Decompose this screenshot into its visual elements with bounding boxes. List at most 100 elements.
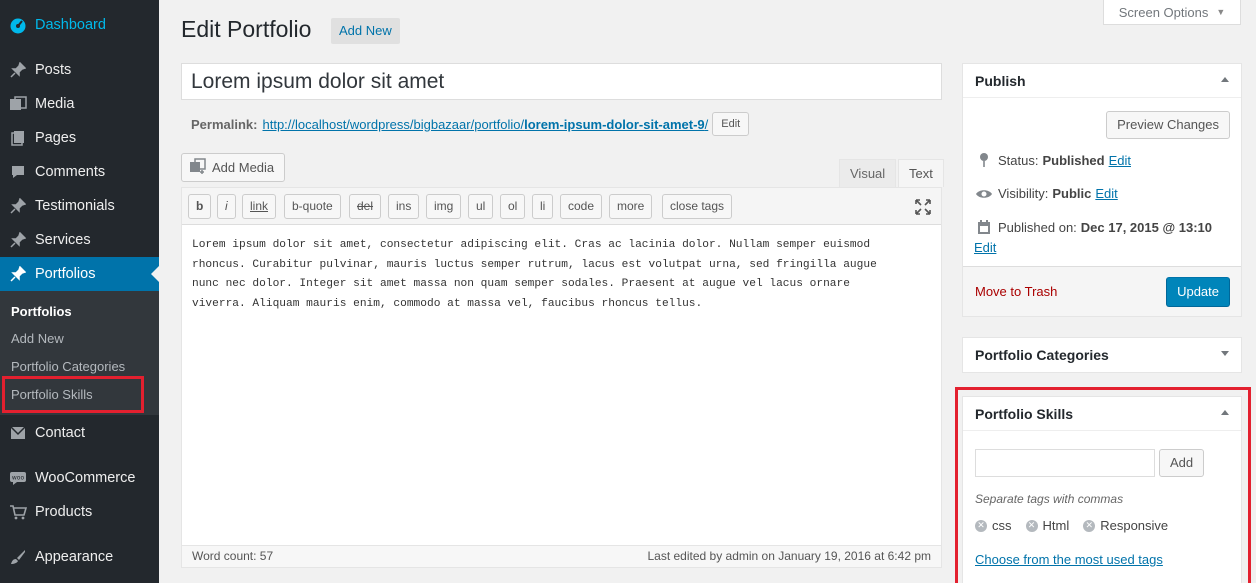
pin-icon bbox=[0, 266, 35, 282]
qt-more-button[interactable]: more bbox=[609, 194, 653, 219]
tab-visual[interactable]: Visual bbox=[839, 159, 897, 187]
pin-icon bbox=[0, 62, 35, 78]
svg-text:woo: woo bbox=[11, 475, 24, 482]
published-value: Dec 17, 2015 @ 13:10 bbox=[1080, 220, 1212, 235]
quicktags-toolbar: b i link b-quote del ins img ul ol li co… bbox=[182, 188, 941, 225]
published-on-row: Published on: Dec 17, 2015 @ 13:10 bbox=[975, 220, 1212, 235]
qt-bquote-button[interactable]: b-quote bbox=[284, 194, 341, 219]
sidebar-item-pages[interactable]: Pages bbox=[0, 121, 159, 155]
sidebar-label-services: Services bbox=[35, 232, 91, 248]
highlight-box bbox=[2, 376, 144, 413]
sidebar-label-media: Media bbox=[35, 96, 75, 112]
sidebar-item-posts[interactable]: Posts bbox=[0, 53, 159, 87]
dashboard-icon bbox=[0, 16, 35, 34]
permalink-slug: lorem-ipsum-dolor-sit-amet-9 bbox=[524, 116, 705, 132]
visibility-edit-link[interactable]: Edit bbox=[1095, 186, 1117, 201]
publish-box: Publish Preview Changes Status: Publishe… bbox=[962, 63, 1242, 317]
qt-li-button[interactable]: li bbox=[532, 194, 554, 219]
publish-header[interactable]: Publish bbox=[963, 64, 1241, 98]
qt-ol-button[interactable]: ol bbox=[500, 194, 526, 219]
qt-img-button[interactable]: img bbox=[426, 194, 462, 219]
pin-icon bbox=[0, 232, 35, 248]
editor: b i link b-quote del ins img ul ol li co… bbox=[181, 187, 942, 568]
permalink-tail: / bbox=[704, 116, 709, 132]
sidebar-item-portfolios[interactable]: Portfolios bbox=[0, 257, 159, 291]
categories-header[interactable]: Portfolio Categories bbox=[963, 338, 1241, 372]
editor-line: Lorem ipsum dolor sit amet, consectetur … bbox=[192, 239, 871, 251]
qt-del-button[interactable]: del bbox=[349, 194, 382, 219]
status-row: Status: Published Edit bbox=[975, 152, 1131, 168]
status-label: Status: bbox=[998, 152, 1039, 168]
qt-link-button[interactable]: link bbox=[242, 194, 277, 219]
current-arrow bbox=[151, 266, 159, 282]
sidebar-item-testimonials[interactable]: Testimonials bbox=[0, 189, 159, 223]
editor-textarea[interactable]: Lorem ipsum dolor sit amet, consectetur … bbox=[192, 236, 922, 314]
qt-italic-button[interactable]: i bbox=[217, 194, 236, 219]
screen-options-label: Screen Options bbox=[1118, 4, 1209, 20]
editor-line: nunc nec dolor. Integer sit amet massa n… bbox=[192, 278, 850, 290]
qt-ins-button[interactable]: ins bbox=[388, 194, 420, 219]
permalink-link[interactable]: http://localhost/wordpress/bigbazaar/por… bbox=[262, 117, 708, 132]
permalink-base: http://localhost/wordpress/bigbazaar/por… bbox=[262, 116, 525, 132]
visibility-row: Visibility: Public Edit bbox=[975, 186, 1118, 201]
sidebar-item-woocommerce[interactable]: woo WooCommerce bbox=[0, 461, 159, 495]
admin-sidebar: Dashboard Posts Media Pages Comments Tes… bbox=[0, 0, 159, 583]
screen-options-button[interactable]: Screen Options ▼ bbox=[1103, 0, 1241, 25]
submenu-portfolios[interactable]: Portfolios bbox=[11, 304, 72, 319]
submenu-portfolio-categories[interactable]: Portfolio Categories bbox=[11, 359, 125, 374]
eye-icon bbox=[975, 188, 993, 200]
sidebar-item-services[interactable]: Services bbox=[0, 223, 159, 257]
permalink-edit-button[interactable]: Edit bbox=[712, 112, 750, 136]
mail-icon bbox=[0, 426, 35, 440]
fullscreen-icon[interactable] bbox=[915, 199, 931, 218]
expand-arrow-icon[interactable] bbox=[1221, 351, 1229, 356]
qt-code-button[interactable]: code bbox=[560, 194, 603, 219]
add-media-label: Add Media bbox=[212, 160, 275, 175]
comment-icon bbox=[0, 164, 35, 180]
sidebar-item-dashboard[interactable]: Dashboard bbox=[0, 8, 159, 42]
add-new-button[interactable]: Add New bbox=[331, 18, 400, 44]
sidebar-label-pages: Pages bbox=[35, 130, 77, 146]
highlight-box bbox=[955, 387, 1251, 583]
collapse-arrow-icon[interactable] bbox=[1221, 77, 1229, 82]
media-icon bbox=[189, 158, 207, 177]
status-edit-link[interactable]: Edit bbox=[1109, 153, 1131, 168]
sidebar-label-woocommerce: WooCommerce bbox=[35, 470, 136, 486]
sidebar-item-products[interactable]: Products bbox=[0, 495, 159, 529]
media-icon bbox=[0, 96, 35, 112]
categories-title: Portfolio Categories bbox=[975, 347, 1109, 363]
add-media-button[interactable]: Add Media bbox=[181, 153, 286, 182]
qt-ul-button[interactable]: ul bbox=[468, 194, 494, 219]
portfolio-categories-box: Portfolio Categories bbox=[962, 337, 1242, 373]
sidebar-item-media[interactable]: Media bbox=[0, 87, 159, 121]
pages-icon bbox=[0, 130, 35, 146]
move-to-trash-link[interactable]: Move to Trash bbox=[975, 284, 1057, 299]
page-title: Edit Portfolio bbox=[181, 16, 312, 42]
tab-text[interactable]: Text bbox=[898, 159, 944, 187]
pin-icon bbox=[0, 198, 35, 214]
editor-status-bar: Word count: 57 Last edited by admin on J… bbox=[182, 545, 941, 567]
sidebar-item-appearance[interactable]: Appearance bbox=[0, 540, 159, 574]
chevron-down-icon: ▼ bbox=[1216, 7, 1226, 17]
published-edit-link[interactable]: Edit bbox=[974, 240, 996, 255]
sidebar-label-portfolios: Portfolios bbox=[35, 266, 96, 282]
post-title-input[interactable]: Lorem ipsum dolor sit amet bbox=[181, 63, 942, 100]
calendar-icon bbox=[975, 220, 993, 235]
published-label: Published on: bbox=[998, 220, 1077, 235]
submenu-add-new[interactable]: Add New bbox=[11, 331, 64, 346]
editor-line: rhoncus. Curabitur pulvinar, mauris luct… bbox=[192, 258, 877, 271]
sidebar-label-dashboard: Dashboard bbox=[35, 17, 106, 33]
publish-actions: Move to Trash Update bbox=[963, 266, 1241, 316]
sidebar-label-products: Products bbox=[35, 504, 93, 520]
permalink-label: Permalink: bbox=[191, 116, 258, 132]
sidebar-label-posts: Posts bbox=[35, 62, 72, 78]
pin-icon bbox=[975, 152, 993, 168]
update-button[interactable]: Update bbox=[1166, 277, 1230, 307]
visibility-label: Visibility: bbox=[998, 186, 1049, 201]
qt-bold-button[interactable]: b bbox=[188, 194, 212, 219]
qt-close-tags-button[interactable]: close tags bbox=[662, 194, 733, 219]
preview-changes-button[interactable]: Preview Changes bbox=[1106, 111, 1230, 139]
sidebar-item-contact[interactable]: Contact bbox=[0, 416, 159, 450]
cart-icon bbox=[0, 504, 35, 520]
sidebar-item-comments[interactable]: Comments bbox=[0, 155, 159, 189]
